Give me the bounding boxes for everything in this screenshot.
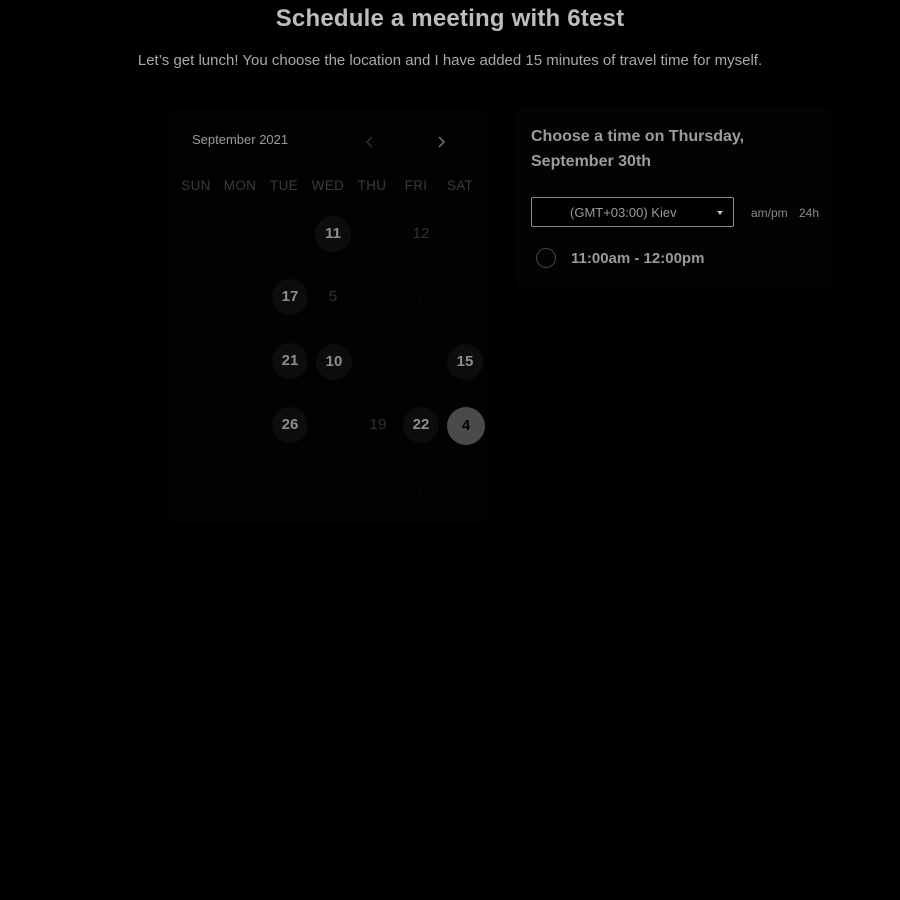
month-label: September 2021	[192, 132, 289, 147]
times-heading-line2: September 30th	[531, 153, 652, 170]
weekday-sat: SAT	[446, 178, 474, 193]
calendar-day[interactable]: 22	[403, 407, 439, 443]
page: Schedule a meeting with 6test Let’s get …	[0, 0, 900, 900]
calendar-day-selected[interactable]: 4	[447, 407, 485, 445]
times-heading: Choose a time on Thursday, September 30t…	[531, 124, 791, 174]
weekday-tue: TUE	[270, 178, 298, 193]
weekday-mon: MON	[223, 178, 257, 193]
time-picker: Choose a time on Thursday, September 30t…	[516, 108, 832, 288]
calendar-day[interactable]: 17	[272, 279, 308, 315]
calendar-day[interactable]: 15	[447, 344, 483, 380]
calendar-day[interactable]: 11	[315, 216, 351, 252]
weekday-sun: SUN	[181, 178, 211, 193]
timezone-value: (GMT+03:00) Kiev	[570, 205, 677, 220]
calendar-day-faint: ·	[373, 353, 379, 370]
weekday-thu: THU	[357, 178, 387, 193]
calendar: September 2021 SUN MON TUE WED THU FRI S…	[168, 108, 486, 524]
calendar-day[interactable]: 5	[315, 279, 351, 315]
times-heading-line1: Choose a time on Thursday,	[531, 128, 745, 145]
format-24h-toggle[interactable]: 24h	[799, 206, 819, 220]
prev-month-button[interactable]	[360, 132, 380, 152]
chevron-left-icon	[365, 136, 373, 148]
time-slot[interactable]: 11:00am - 12:00pm	[534, 247, 774, 273]
weekday-wed: WED	[311, 178, 345, 193]
calendar-day-faint: ·	[242, 289, 248, 306]
calendar-day-faint: ·	[284, 225, 290, 242]
chevron-right-icon	[438, 136, 446, 148]
calendar-day-faint: ·	[417, 289, 423, 306]
calendar-day-faint: ·	[198, 481, 204, 498]
format-ampm-toggle[interactable]: am/pm	[751, 206, 788, 220]
calendar-day-faint: ·	[417, 481, 423, 498]
time-slot-label: 11:00am - 12:00pm	[571, 250, 705, 267]
calendar-day[interactable]: 12	[403, 216, 439, 252]
calendar-day[interactable]: 19	[360, 407, 396, 443]
calendar-day[interactable]: 26	[272, 407, 308, 443]
calendar-day-faint: ·	[460, 289, 466, 306]
caret-down-icon	[717, 211, 723, 215]
calendar-day[interactable]: 10	[316, 344, 352, 380]
page-title: Schedule a meeting with 6test	[275, 5, 625, 32]
calendar-day-faint: ·	[373, 225, 379, 242]
weekday-header: SUN MON TUE WED THU FRI SAT	[174, 178, 486, 193]
page-description: Let’s get lunch! You choose the location…	[137, 52, 763, 69]
radio-circle-icon[interactable]	[536, 248, 556, 268]
calendar-day-faint: ·	[460, 225, 466, 242]
calendar-day-faint: ·	[373, 481, 379, 498]
calendar-day-faint: ·	[198, 289, 204, 306]
calendar-day-faint: ·	[373, 289, 379, 306]
timezone-select[interactable]: (GMT+03:00) Kiev	[531, 197, 734, 227]
weekday-fri: FRI	[404, 178, 428, 193]
calendar-day[interactable]: 21	[272, 343, 308, 379]
next-month-button[interactable]	[431, 132, 451, 152]
